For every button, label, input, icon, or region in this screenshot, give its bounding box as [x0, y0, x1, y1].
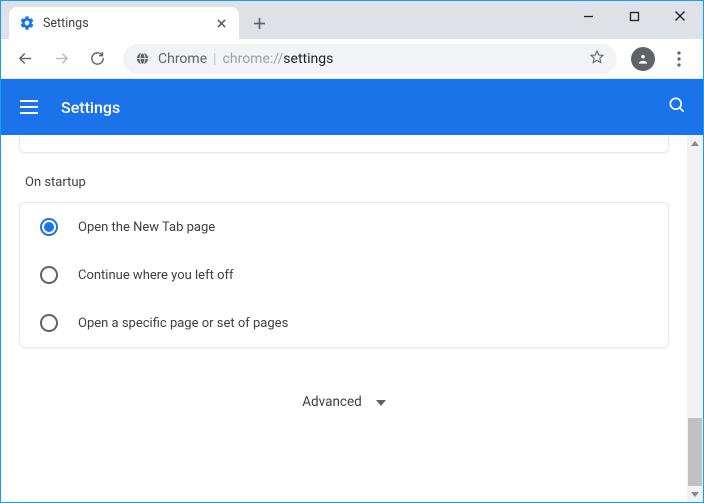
url-scheme: chrome://: [223, 51, 284, 67]
tab-title: Settings: [43, 16, 213, 31]
settings-header: Settings: [1, 79, 703, 135]
window-titlebar: Settings: [1, 1, 703, 39]
url-path: settings: [283, 51, 333, 67]
maximize-button[interactable]: [611, 1, 657, 31]
browser-tab[interactable]: Settings: [9, 7, 239, 39]
radio-label: Continue where you left off: [78, 268, 234, 283]
close-tab-button[interactable]: [213, 15, 229, 31]
scroll-up-arrow[interactable]: [687, 135, 703, 151]
scrollbar-track[interactable]: [687, 151, 703, 486]
previous-card-bottom: [19, 135, 669, 153]
advanced-label: Advanced: [302, 394, 362, 410]
scroll-down-arrow[interactable]: [687, 486, 703, 502]
close-window-button[interactable]: [657, 1, 703, 31]
radio-icon: [40, 266, 58, 284]
site-info-icon[interactable]: [135, 51, 150, 66]
gear-icon: [19, 15, 35, 31]
minimize-button[interactable]: [565, 1, 611, 31]
window-controls: [565, 1, 703, 31]
vertical-scrollbar[interactable]: [687, 135, 703, 502]
radio-label: Open a specific page or set of pages: [78, 316, 288, 331]
startup-options-card: Open the New Tab page Continue where you…: [19, 202, 669, 348]
url-divider: |: [213, 51, 216, 67]
browser-menu-button[interactable]: [663, 43, 695, 75]
reload-button[interactable]: [81, 43, 113, 75]
search-icon[interactable]: [667, 95, 687, 119]
radio-label: Open the New Tab page: [78, 220, 215, 235]
url-origin: Chrome: [158, 51, 207, 67]
new-tab-button[interactable]: [245, 9, 273, 37]
forward-button[interactable]: [45, 43, 77, 75]
advanced-toggle[interactable]: Advanced: [1, 394, 687, 410]
menu-icon[interactable]: [17, 95, 41, 119]
section-heading: On startup: [25, 175, 687, 190]
page-title: Settings: [61, 98, 120, 117]
profile-avatar[interactable]: [627, 43, 659, 75]
scrollbar-thumb[interactable]: [688, 418, 702, 486]
back-button[interactable]: [9, 43, 41, 75]
bookmark-star-icon[interactable]: [589, 49, 605, 69]
browser-toolbar: Chrome | chrome://settings: [1, 39, 703, 79]
startup-option-new-tab[interactable]: Open the New Tab page: [20, 203, 668, 251]
radio-icon: [40, 314, 58, 332]
address-bar[interactable]: Chrome | chrome://settings: [123, 44, 617, 74]
startup-option-specific-pages[interactable]: Open a specific page or set of pages: [20, 299, 668, 347]
startup-option-continue[interactable]: Continue where you left off: [20, 251, 668, 299]
radio-icon: [40, 218, 58, 236]
chevron-down-icon: [376, 394, 386, 410]
settings-content: On startup Open the New Tab page Continu…: [1, 135, 687, 502]
